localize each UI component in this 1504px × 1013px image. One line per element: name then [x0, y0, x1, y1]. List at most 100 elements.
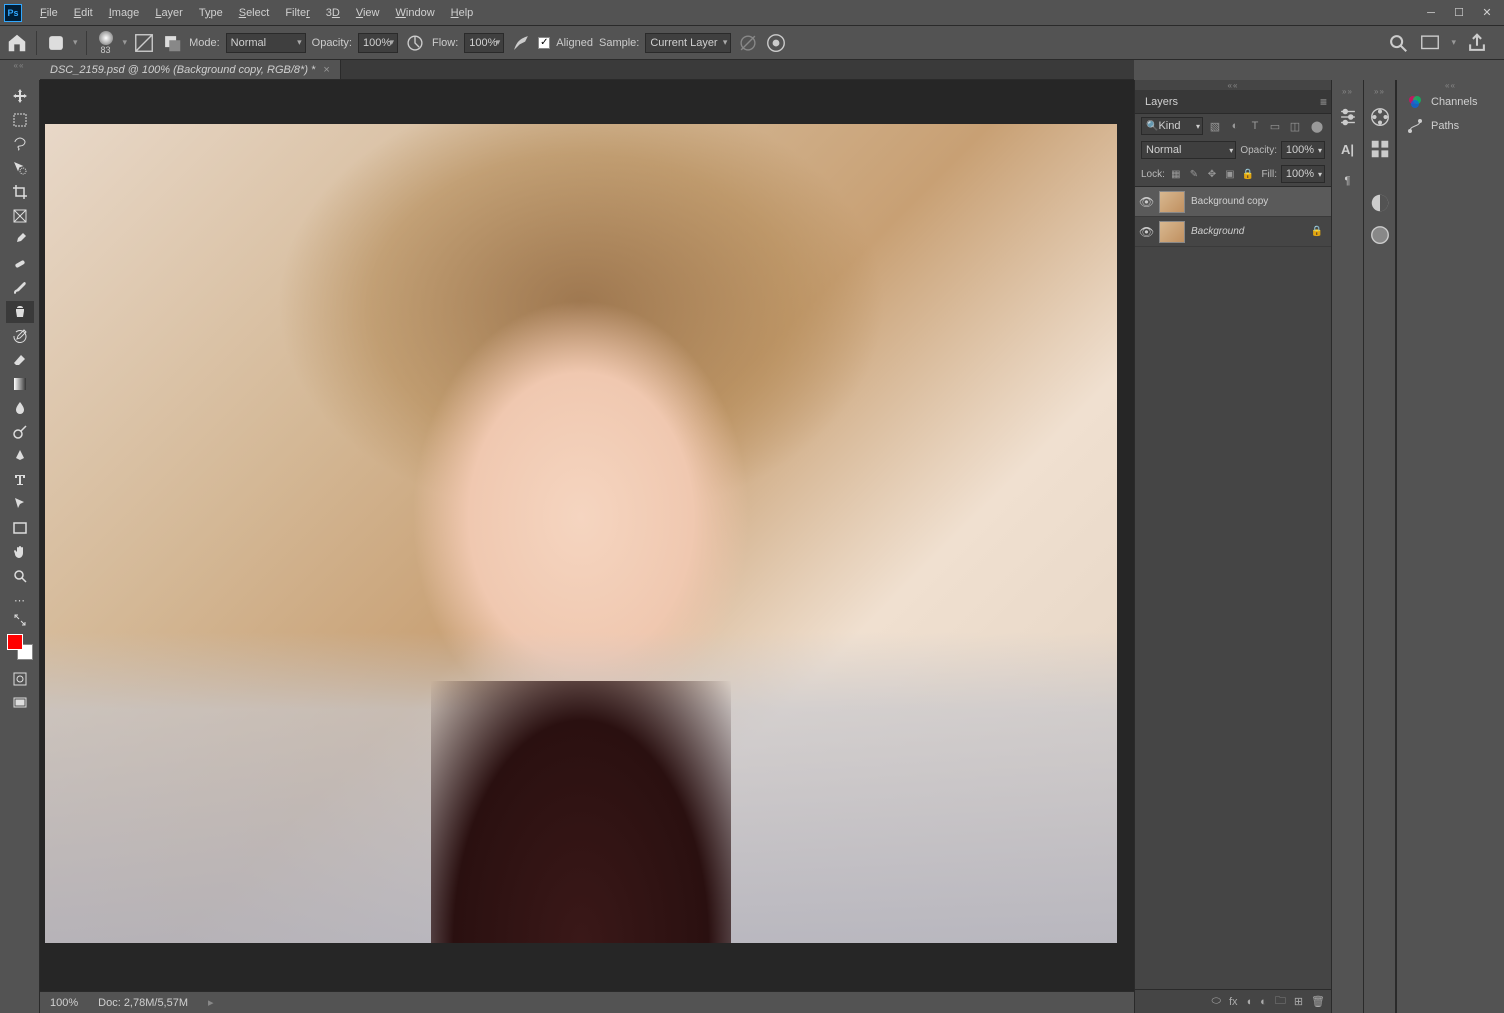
menu-edit[interactable]: Edit: [66, 7, 101, 19]
zoom-level[interactable]: 100%: [50, 997, 78, 1009]
move-tool[interactable]: [6, 85, 34, 107]
fill-input[interactable]: 100%: [1281, 165, 1325, 183]
eraser-tool[interactable]: [6, 349, 34, 371]
color-swatches[interactable]: [7, 634, 33, 660]
delete-layer-icon[interactable]: 🗑: [1311, 995, 1325, 1008]
ignore-adjustments-icon[interactable]: [737, 32, 759, 54]
layer-fx-icon[interactable]: fx: [1229, 996, 1238, 1008]
new-layer-icon[interactable]: ⊞: [1294, 995, 1303, 1008]
filter-smart-icon[interactable]: ◫: [1287, 118, 1303, 134]
tool-preset-icon[interactable]: [45, 32, 67, 54]
opacity-input[interactable]: 100%: [358, 33, 398, 53]
link-layers-icon[interactable]: ⬭: [1212, 995, 1221, 1008]
properties-icon[interactable]: [1337, 106, 1359, 128]
layer-thumbnail[interactable]: [1159, 221, 1185, 243]
pen-tool[interactable]: [6, 445, 34, 467]
canvas-area[interactable]: 100% Doc: 2,78M/5,57M ▸: [40, 80, 1134, 1013]
screen-mode-icon[interactable]: [1419, 32, 1441, 54]
channels-panel-button[interactable]: Channels: [1397, 90, 1504, 114]
adjustments-icon[interactable]: [1369, 192, 1391, 214]
history-brush-tool[interactable]: [6, 325, 34, 347]
sample-dropdown[interactable]: Current Layer: [645, 33, 731, 53]
menu-window[interactable]: Window: [388, 7, 443, 19]
shape-tool[interactable]: [6, 517, 34, 539]
edit-toolbar[interactable]: ⋯: [6, 589, 34, 611]
group-icon[interactable]: 🗀: [1275, 992, 1286, 1011]
layer-item[interactable]: 👁 Background copy: [1135, 187, 1331, 217]
paragraph-icon[interactable]: ¶: [1337, 170, 1359, 192]
menu-type[interactable]: Type: [191, 7, 231, 19]
styles-icon[interactable]: [1369, 224, 1391, 246]
lock-artboard-icon[interactable]: ▣: [1223, 167, 1237, 181]
filter-adjust-icon[interactable]: ◐: [1227, 118, 1243, 134]
gradient-tool[interactable]: [6, 373, 34, 395]
paths-panel-button[interactable]: Paths: [1397, 114, 1504, 138]
layer-mask-icon[interactable]: ◖: [1246, 996, 1253, 1008]
foreground-color[interactable]: [7, 634, 23, 650]
toolbar-collapse-grip[interactable]: ««: [4, 60, 34, 70]
lock-all-icon[interactable]: 🔒: [1241, 167, 1255, 181]
menu-select[interactable]: Select: [231, 7, 278, 19]
layer-item[interactable]: 👁 Background 🔒: [1135, 217, 1331, 247]
filter-kind-dropdown[interactable]: 🔍 Kind: [1141, 117, 1203, 135]
filter-pixel-icon[interactable]: ▧: [1207, 118, 1223, 134]
menu-3d[interactable]: 3D: [318, 7, 348, 19]
dodge-tool[interactable]: [6, 421, 34, 443]
clone-stamp-tool[interactable]: [6, 301, 34, 323]
quickmask-icon[interactable]: [6, 668, 34, 690]
type-tool[interactable]: [6, 469, 34, 491]
status-arrow-icon[interactable]: ▸: [208, 996, 214, 1009]
minimize-button[interactable]: ─: [1418, 3, 1444, 23]
marquee-tool[interactable]: [6, 109, 34, 131]
crop-tool[interactable]: [6, 181, 34, 203]
menu-view[interactable]: View: [348, 7, 388, 19]
share-icon[interactable]: [1466, 32, 1488, 54]
menu-layer[interactable]: Layer: [147, 7, 191, 19]
home-icon[interactable]: [6, 32, 28, 54]
search-icon[interactable]: [1387, 32, 1409, 54]
panel-menu-icon[interactable]: ≡: [1320, 95, 1327, 109]
menu-file[interactable]: File: [32, 7, 66, 19]
visibility-icon[interactable]: 👁: [1139, 225, 1153, 239]
screenmode-icon[interactable]: [6, 692, 34, 714]
brush-preset-picker[interactable]: 83: [95, 29, 117, 57]
pressure-size-icon[interactable]: [765, 32, 787, 54]
brush-tool[interactable]: [6, 277, 34, 299]
blend-mode-dropdown[interactable]: Normal: [1141, 141, 1236, 159]
panel-grip[interactable]: »»: [1342, 86, 1353, 96]
flow-input[interactable]: 100%: [464, 33, 504, 53]
filter-type-icon[interactable]: T: [1247, 118, 1263, 134]
color-icon[interactable]: [1369, 106, 1391, 128]
lasso-tool[interactable]: [6, 133, 34, 155]
document-tab[interactable]: DSC_2159.psd @ 100% (Background copy, RG…: [40, 60, 341, 79]
filter-shape-icon[interactable]: ▭: [1267, 118, 1283, 134]
airbrush-icon[interactable]: [510, 32, 532, 54]
menu-image[interactable]: Image: [101, 7, 148, 19]
hand-tool[interactable]: [6, 541, 34, 563]
eyedropper-tool[interactable]: [6, 229, 34, 251]
layer-opacity-input[interactable]: 100%: [1281, 141, 1325, 159]
panel-grip[interactable]: »»: [1374, 86, 1385, 96]
character-icon[interactable]: A|: [1337, 138, 1359, 160]
brush-panel-icon[interactable]: [133, 32, 155, 54]
panel-collapse-grip[interactable]: ««: [1135, 80, 1331, 90]
menu-filter[interactable]: Filter: [277, 7, 317, 19]
lock-transparency-icon[interactable]: ▦: [1169, 167, 1183, 181]
blur-tool[interactable]: [6, 397, 34, 419]
layers-tab[interactable]: Layers ≡: [1135, 90, 1331, 114]
clone-source-icon[interactable]: [161, 32, 183, 54]
frame-tool[interactable]: [6, 205, 34, 227]
aligned-checkbox[interactable]: ✓: [538, 37, 550, 49]
lock-pixels-icon[interactable]: ✎: [1187, 167, 1201, 181]
adjustment-layer-icon[interactable]: ◐: [1260, 996, 1267, 1008]
path-select-tool[interactable]: [6, 493, 34, 515]
filter-toggle-icon[interactable]: ⬤: [1309, 118, 1325, 134]
close-button[interactable]: ✕: [1474, 3, 1500, 23]
panel-grip[interactable]: ««: [1397, 80, 1504, 90]
zoom-tool[interactable]: [6, 565, 34, 587]
maximize-button[interactable]: ☐: [1446, 3, 1472, 23]
layer-thumbnail[interactable]: [1159, 191, 1185, 213]
pressure-opacity-icon[interactable]: [404, 32, 426, 54]
menu-help[interactable]: Help: [443, 7, 482, 19]
close-tab-icon[interactable]: ×: [323, 64, 329, 76]
